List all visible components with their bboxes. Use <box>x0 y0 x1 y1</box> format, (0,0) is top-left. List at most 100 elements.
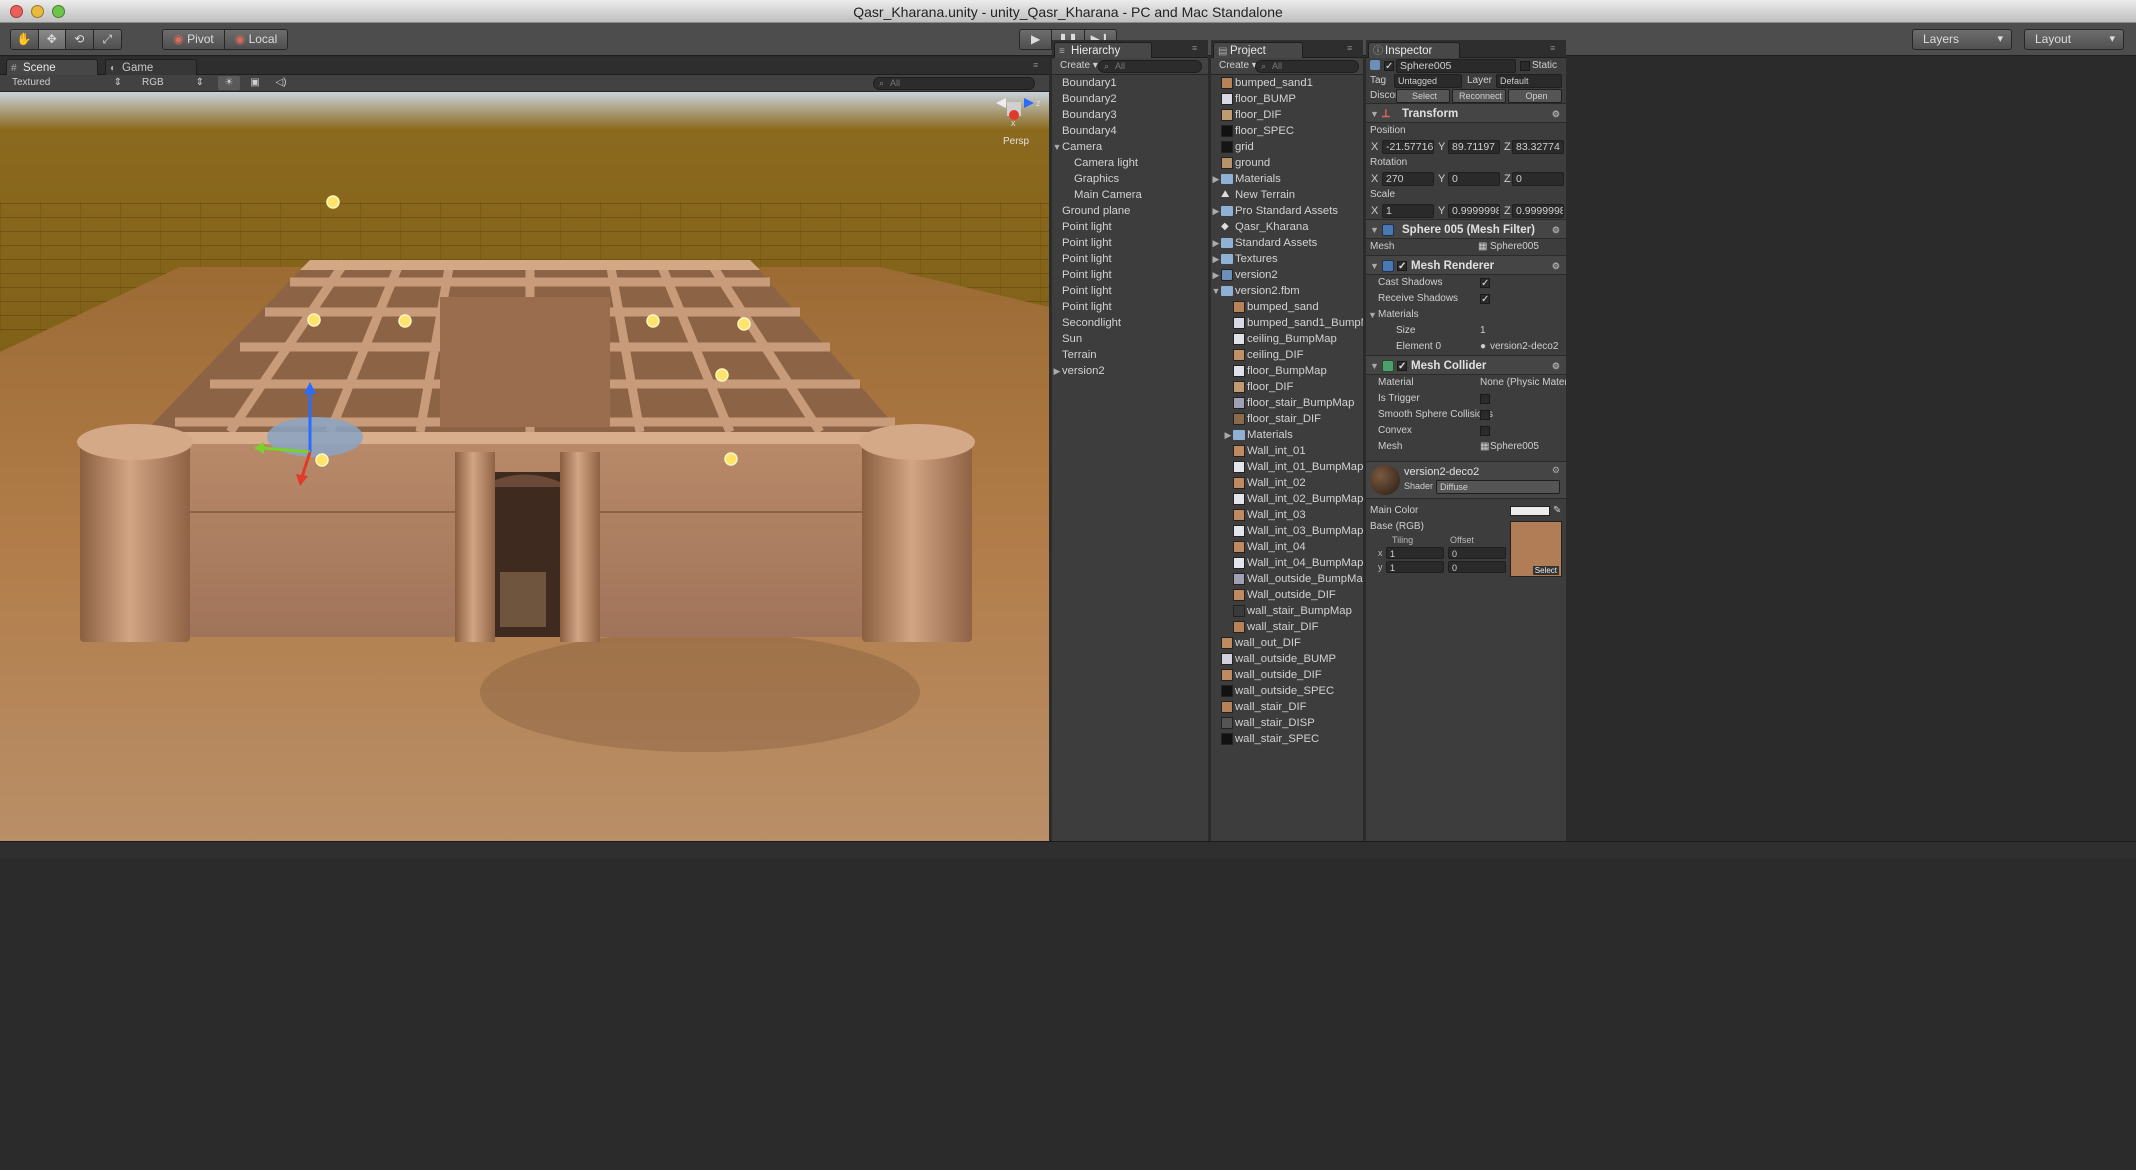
expanded-arrow-icon[interactable]: ▼ <box>1211 283 1221 299</box>
scene-search-input[interactable]: All <box>873 77 1035 90</box>
project-item[interactable]: floor_BumpMap <box>1211 363 1363 379</box>
hierarchy-item[interactable]: Point light <box>1052 219 1208 235</box>
collapsed-arrow-icon[interactable]: ▶ <box>1223 427 1233 443</box>
hierarchy-item[interactable]: ▶ version2 <box>1052 363 1208 379</box>
rotation-z-field[interactable]: 0 <box>1512 172 1564 186</box>
tab-hierarchy[interactable]: ≡ Hierarchy <box>1054 42 1152 58</box>
panel-menu-icon[interactable]: ≡ <box>1550 43 1560 53</box>
project-item[interactable]: ◆ Qasr_Kharana <box>1211 219 1363 235</box>
gear-icon[interactable]: ⚙ <box>1552 256 1560 276</box>
project-item[interactable]: ceiling_DIF <box>1211 347 1363 363</box>
collapsed-arrow-icon[interactable]: ▶ <box>1211 203 1221 219</box>
gear-icon[interactable]: ⚙ <box>1552 465 1560 476</box>
hierarchy-item[interactable]: Boundary3 <box>1052 107 1208 123</box>
render-mode-dropdown[interactable]: Textured ⇕ <box>8 76 126 90</box>
hierarchy-item[interactable]: Terrain <box>1052 347 1208 363</box>
tab-project[interactable]: ▤ Project <box>1213 42 1303 58</box>
project-item[interactable]: wall_stair_SPEC <box>1211 731 1363 747</box>
project-item[interactable]: bumped_sand <box>1211 299 1363 315</box>
project-item[interactable]: floor_DIF <box>1211 379 1363 395</box>
collapsed-arrow-icon[interactable]: ▶ <box>1211 235 1221 251</box>
hierarchy-item[interactable]: Point light <box>1052 299 1208 315</box>
tiling-x-field[interactable]: 1 <box>1386 547 1444 559</box>
prefab-reconnect-button[interactable]: Reconnect <box>1452 89 1506 103</box>
project-item[interactable]: ▼ version2.fbm <box>1211 283 1363 299</box>
position-z-field[interactable]: 83.32774 <box>1512 140 1564 154</box>
rotate-tool-button[interactable]: ⟲ <box>66 30 94 49</box>
eyedropper-icon[interactable]: ✎ <box>1553 503 1561 519</box>
layer-dropdown[interactable]: Default <box>1496 74 1562 88</box>
static-checkbox[interactable] <box>1520 61 1530 71</box>
panel-menu-icon[interactable]: ≡ <box>1192 43 1202 53</box>
project-item[interactable]: wall_stair_DISP <box>1211 715 1363 731</box>
tiling-y-field[interactable]: 1 <box>1386 561 1444 573</box>
tab-game[interactable]: ◐ Game <box>105 59 197 75</box>
project-item[interactable]: wall_outside_DIF <box>1211 667 1363 683</box>
local-button[interactable]: ◉ Local <box>225 30 287 49</box>
mesh-collider-enabled-checkbox[interactable]: ✓ <box>1397 361 1407 372</box>
tab-scene[interactable]: # Scene <box>6 59 98 75</box>
expanded-arrow-icon[interactable]: ▼ <box>1052 139 1062 155</box>
project-item[interactable]: bumped_sand1 <box>1211 75 1363 91</box>
materials-size-field[interactable]: 1 <box>1480 323 1486 339</box>
hierarchy-item[interactable]: Camera light <box>1052 155 1208 171</box>
hierarchy-item[interactable]: ▼ Camera <box>1052 139 1208 155</box>
transform-header[interactable]: ▼ ⟂ Transform ⚙ <box>1366 103 1566 123</box>
gear-icon[interactable]: ⚙ <box>1552 356 1560 376</box>
color-mode-dropdown[interactable]: RGB ⇕ <box>138 76 208 90</box>
layers-dropdown[interactable]: Layers <box>1912 29 2012 50</box>
project-create-button[interactable]: Create ▾ <box>1215 59 1261 73</box>
panel-menu-icon[interactable]: ≡ <box>1347 43 1357 53</box>
project-item[interactable]: Wall_int_03 <box>1211 507 1363 523</box>
cast-shadows-checkbox[interactable]: ✓ <box>1480 278 1490 289</box>
receive-shadows-checkbox[interactable]: ✓ <box>1480 294 1490 305</box>
position-x-field[interactable]: -21.57716 <box>1382 140 1434 154</box>
hierarchy-item[interactable]: Point light <box>1052 267 1208 283</box>
gear-icon[interactable]: ⚙ <box>1552 220 1560 240</box>
texture-thumbnail[interactable]: Select <box>1510 521 1562 577</box>
project-item[interactable]: Wall_int_03_BumpMap <box>1211 523 1363 539</box>
active-checkbox[interactable]: ✓ <box>1384 61 1394 72</box>
project-item[interactable]: wall_stair_DIF <box>1211 619 1363 635</box>
rotation-x-field[interactable]: 270 <box>1382 172 1434 186</box>
hierarchy-item[interactable]: Boundary2 <box>1052 91 1208 107</box>
project-item[interactable]: ceiling_BumpMap <box>1211 331 1363 347</box>
main-color-swatch[interactable] <box>1510 506 1550 516</box>
hierarchy-create-button[interactable]: Create ▾ <box>1056 59 1102 73</box>
scene-overlay-toggle[interactable]: ▣ <box>244 76 266 90</box>
project-item[interactable]: wall_stair_DIF <box>1211 699 1363 715</box>
prefab-select-button[interactable]: Select <box>1396 89 1450 103</box>
scene-viewport[interactable]: y z x Persp <box>0 92 1049 841</box>
project-item[interactable]: Wall_outside_BumpMap <box>1211 571 1363 587</box>
project-item[interactable]: wall_stair_BumpMap <box>1211 603 1363 619</box>
project-item[interactable]: ▶ Standard Assets <box>1211 235 1363 251</box>
project-item[interactable]: ▶ Materials <box>1211 427 1363 443</box>
project-item[interactable]: grid <box>1211 139 1363 155</box>
project-item[interactable]: Wall_int_02 <box>1211 475 1363 491</box>
project-item[interactable]: Wall_int_01_BumpMap <box>1211 459 1363 475</box>
scale-y-field[interactable]: 0.9999998 <box>1448 204 1500 218</box>
hand-tool-button[interactable]: ✋ <box>11 30 39 49</box>
project-item[interactable]: ▶ Textures <box>1211 251 1363 267</box>
scene-audio-toggle[interactable]: ◁) <box>270 76 292 90</box>
hierarchy-item[interactable]: Boundary4 <box>1052 123 1208 139</box>
offset-y-field[interactable]: 0 <box>1448 561 1506 573</box>
collapsed-arrow-icon[interactable]: ▶ <box>1211 267 1221 283</box>
projection-label[interactable]: Persp <box>1003 136 1030 147</box>
project-item[interactable]: ▶ Pro Standard Assets <box>1211 203 1363 219</box>
project-item[interactable]: floor_stair_BumpMap <box>1211 395 1363 411</box>
project-item[interactable]: ▶ version2 <box>1211 267 1363 283</box>
project-item[interactable]: Wall_int_02_BumpMap <box>1211 491 1363 507</box>
offset-x-field[interactable]: 0 <box>1448 547 1506 559</box>
hierarchy-item[interactable]: Ground plane <box>1052 203 1208 219</box>
mesh-filter-mesh-field[interactable]: Sphere005 <box>1490 239 1539 255</box>
project-item[interactable]: ground <box>1211 155 1363 171</box>
project-item[interactable]: floor_DIF <box>1211 107 1363 123</box>
panel-menu-icon[interactable]: ≡ <box>1033 60 1043 70</box>
project-item[interactable]: ⛰ New Terrain <box>1211 187 1363 203</box>
mesh-renderer-header[interactable]: ▼ ✓ Mesh Renderer ⚙ <box>1366 255 1566 275</box>
gear-icon[interactable]: ⚙ <box>1552 104 1560 124</box>
play-button[interactable]: ▶ <box>1020 30 1053 49</box>
collapsed-arrow-icon[interactable]: ▶ <box>1211 171 1221 187</box>
mesh-collider-mesh-field[interactable]: Sphere005 <box>1490 439 1539 455</box>
